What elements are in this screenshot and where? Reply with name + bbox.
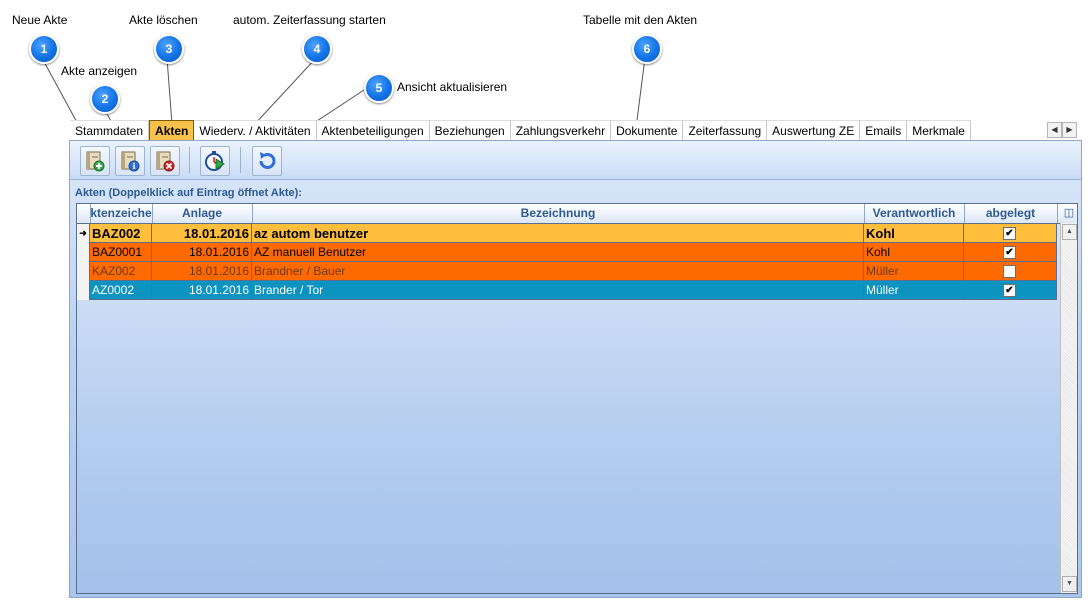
abgelegt-checkbox[interactable]: ✔: [1003, 227, 1016, 240]
abgelegt-checkbox[interactable]: ✔: [1003, 246, 1016, 259]
tab-zeiterfassung[interactable]: Zeiterfassung: [683, 120, 768, 141]
tab-strip: Stammdaten Akten Wiederv. / Aktivitäten …: [70, 120, 971, 142]
cell-aktenzeichen: AZ0002: [90, 281, 152, 300]
callout-label-6: Tabelle mit den Akten: [583, 13, 698, 27]
header-selector: [77, 204, 91, 223]
callout-badge-2: 2: [90, 84, 120, 114]
row-selector[interactable]: [77, 262, 90, 281]
abgelegt-checkbox[interactable]: [1003, 265, 1016, 278]
cell-bezeichnung: Brandner / Bauer: [252, 262, 864, 281]
cell-anlage: 18.01.2016: [152, 224, 252, 243]
cell-aktenzeichen: BAZ0001: [90, 243, 152, 262]
current-row-indicator-icon[interactable]: ➜: [77, 224, 90, 243]
akten-table[interactable]: ktenzeiche Anlage Bezeichnung Verantwort…: [76, 203, 1078, 594]
toolbar: i: [70, 141, 1081, 180]
tab-scroll-left-button[interactable]: ◀: [1047, 122, 1062, 138]
refresh-icon: [259, 152, 276, 169]
file-info-icon: i: [121, 151, 140, 172]
table-row[interactable]: BAZ0001 18.01.2016 AZ manuell Benutzer Kohl…: [77, 243, 1057, 262]
callout-badge-1: 1: [29, 34, 59, 64]
cell-aktenzeichen: KAZ002: [90, 262, 152, 281]
table-header: ktenzeiche Anlage Bezeichnung Verantwort…: [77, 204, 1077, 224]
header-aktenzeichen[interactable]: ktenzeiche: [90, 204, 153, 223]
tab-merkmale[interactable]: Merkmale: [907, 120, 971, 141]
abgelegt-checkbox[interactable]: ✔: [1003, 284, 1016, 297]
cell-verantwortlich: Müller: [864, 262, 964, 281]
cell-verantwortlich: Müller: [864, 281, 964, 300]
show-akte-button[interactable]: i: [115, 146, 145, 176]
cell-abgelegt: ✔: [964, 243, 1057, 262]
new-file-icon: [86, 151, 105, 172]
callout-badge-3: 3: [154, 34, 184, 64]
callout-label-5: Ansicht aktualisieren: [397, 80, 508, 94]
cell-bezeichnung: az autom benutzer: [252, 224, 864, 243]
svg-text:i: i: [132, 161, 135, 171]
cell-verantwortlich: Kohl: [864, 243, 964, 262]
row-selector[interactable]: [77, 243, 90, 262]
scroll-down-arrow-icon[interactable]: ▼: [1062, 576, 1077, 592]
column-chooser-icon[interactable]: ◫: [1061, 204, 1077, 223]
header-verantwortlich[interactable]: Verantwortlich: [864, 204, 965, 223]
callout-badge-6: 6: [632, 34, 662, 64]
header-bezeichnung[interactable]: Bezeichnung: [252, 204, 865, 223]
cell-verantwortlich: Kohl: [864, 224, 964, 243]
table-row[interactable]: ➜ BAZ002 18.01.2016 az autom benutzer Kohl ✔: [77, 224, 1057, 243]
callout-badge-5: 5: [364, 73, 394, 103]
header-anlage[interactable]: Anlage: [152, 204, 253, 223]
callout-badge-4: 4: [302, 34, 332, 64]
tab-dokumente[interactable]: Dokumente: [611, 120, 684, 141]
new-akte-button[interactable]: [80, 146, 110, 176]
tab-emails[interactable]: Emails: [860, 120, 908, 141]
akten-list-caption: Akten (Doppelklick auf Eintrag öffnet Ak…: [75, 187, 302, 199]
cell-bezeichnung: AZ manuell Benutzer: [252, 243, 864, 262]
tab-wiedervorlagen[interactable]: Wiederv. / Aktivitäten: [194, 120, 317, 141]
tab-auswertung-ze[interactable]: Auswertung ZE: [767, 120, 861, 141]
start-time-tracking-button[interactable]: [200, 146, 230, 176]
callout-label-1: Neue Akte: [12, 13, 68, 27]
callout-label-2: Akte anzeigen: [61, 64, 138, 78]
tab-beziehungen[interactable]: Beziehungen: [429, 120, 511, 141]
callout-label-3: Akte löschen: [129, 13, 198, 27]
cell-anlage: 18.01.2016: [152, 262, 252, 281]
header-abgelegt[interactable]: abgelegt: [964, 204, 1058, 223]
scroll-up-arrow-icon[interactable]: ▲: [1062, 224, 1077, 240]
cell-abgelegt: [964, 262, 1057, 281]
cell-aktenzeichen: BAZ002: [90, 224, 152, 243]
toolbar-separator: [240, 147, 241, 173]
tab-zahlungsverkehr[interactable]: Zahlungsverkehr: [510, 120, 612, 141]
refresh-view-button[interactable]: [252, 146, 282, 176]
cell-anlage: 18.01.2016: [152, 281, 252, 300]
table-row[interactable]: KAZ002 18.01.2016 Brandner / Bauer Müller: [77, 262, 1057, 281]
cell-anlage: 18.01.2016: [152, 243, 252, 262]
toolbar-separator: [189, 147, 190, 173]
cell-abgelegt: ✔: [964, 281, 1057, 300]
stopwatch-icon: [205, 151, 225, 171]
tab-stammdaten[interactable]: Stammdaten: [70, 120, 150, 141]
delete-file-icon: [156, 151, 175, 172]
table-row[interactable]: AZ0002 18.01.2016 Brander / Tor Müller ✔: [77, 281, 1057, 300]
vertical-scrollbar[interactable]: ▲ ▼: [1060, 223, 1077, 593]
tab-scroll-right-button[interactable]: ▶: [1062, 122, 1077, 138]
cell-bezeichnung: Brander / Tor: [252, 281, 864, 300]
tab-aktenbeteiligungen[interactable]: Aktenbeteiligungen: [316, 120, 430, 141]
delete-akte-button[interactable]: [150, 146, 180, 176]
callout-label-4: autom. Zeiterfassung starten: [233, 13, 386, 27]
tab-akten[interactable]: Akten: [149, 120, 195, 142]
cell-abgelegt: ✔: [964, 224, 1057, 243]
akten-panel: i Akten (Doppelklick auf Eintrag öffnet …: [69, 140, 1082, 598]
row-selector[interactable]: [77, 281, 90, 300]
